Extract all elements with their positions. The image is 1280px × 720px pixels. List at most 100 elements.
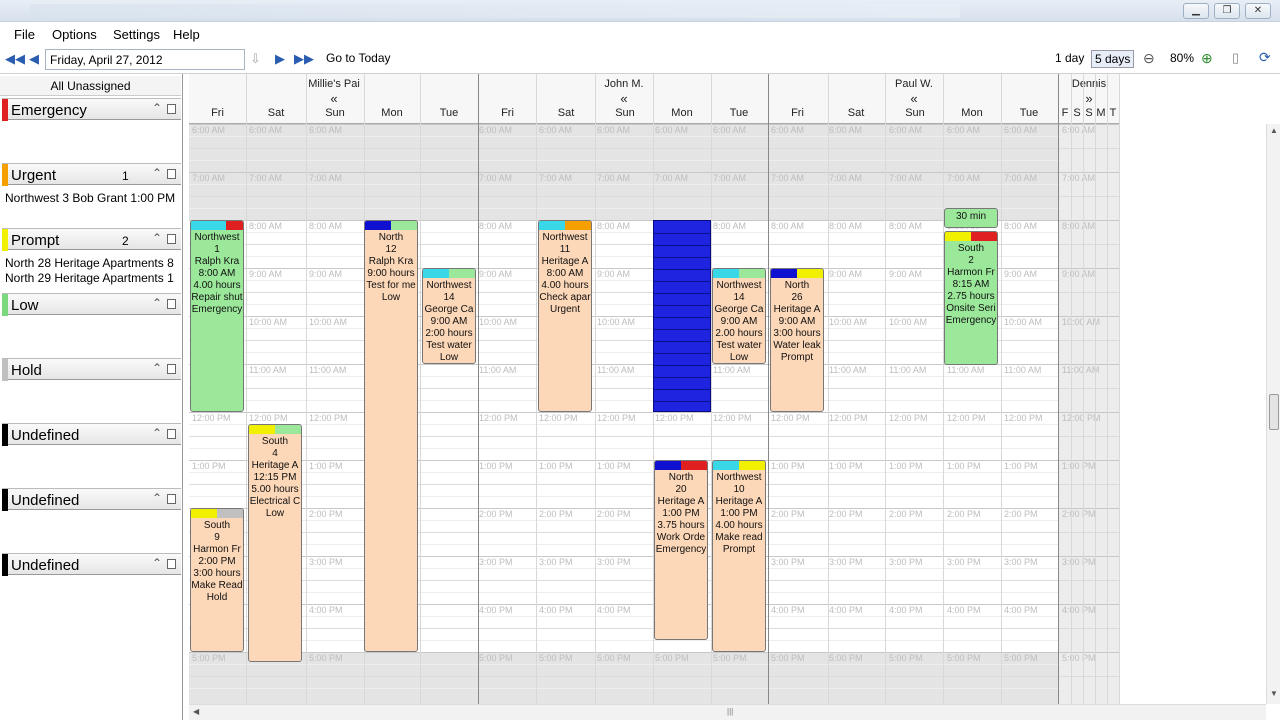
- time-label: 10:00 AM: [597, 317, 636, 327]
- time-label: 6:00 AM: [1004, 125, 1038, 135]
- day-column-line: [1119, 74, 1120, 704]
- unassigned-job-item[interactable]: North 29 Heritage Apartments 1: [5, 271, 181, 285]
- collapse-icon[interactable]: ⌃: [152, 426, 162, 440]
- job-card[interactable]: North 12 Ralph Kra 9:00 hours Test for me Low: [364, 220, 418, 652]
- day-column-line: [1071, 74, 1072, 704]
- job-card[interactable]: South 2 Harmon Fr 8:15 AM 2.75 hours Onsite S…: [944, 231, 998, 365]
- group-toggle-box[interactable]: [167, 104, 176, 114]
- block-stripe: [654, 233, 710, 234]
- resource-name[interactable]: Paul W.: [769, 78, 1059, 90]
- vertical-scrollbar[interactable]: ▲ ▼: [1266, 124, 1280, 704]
- group-header-hold[interactable]: Hold ⌃: [2, 358, 181, 381]
- time-label: 2:00 PM: [597, 509, 631, 519]
- horizontal-scrollbar[interactable]: ◀ |||: [189, 704, 1266, 720]
- group-header-emergency[interactable]: Emergency ⌃: [2, 98, 181, 121]
- unassigned-job-item[interactable]: North 28 Heritage Apartments 8: [5, 256, 181, 270]
- group-header-prompt[interactable]: Prompt 2 ⌃: [2, 228, 181, 251]
- job-card[interactable]: Northwest 14 George Ca 9:00 AM 2:00 hours Tes…: [422, 268, 476, 364]
- menu-file[interactable]: File: [14, 27, 35, 42]
- job-card[interactable]: 30 min: [944, 208, 998, 228]
- time-label: 2:00 PM: [829, 509, 863, 519]
- job-line: North: [784, 280, 810, 291]
- zoom-out-icon[interactable]: ⊖: [1143, 50, 1155, 67]
- collapse-icon[interactable]: ⌃: [152, 491, 162, 505]
- go-to-today-button[interactable]: Go to Today: [326, 51, 391, 65]
- collapse-chevron-icon[interactable]: «: [769, 91, 1059, 106]
- menu-help[interactable]: Help: [173, 27, 200, 42]
- zoom-in-icon[interactable]: ⊕: [1201, 50, 1213, 67]
- group-name: Low: [11, 297, 39, 314]
- time-label: 4:00 PM: [309, 605, 343, 615]
- resource-name[interactable]: Dennis: [1059, 78, 1119, 90]
- view-5days-button[interactable]: 5 days: [1091, 50, 1135, 68]
- view-1day-button[interactable]: 1 day: [1055, 51, 1084, 65]
- job-card[interactable]: Northwest 10 Heritage A 1:00 PM 4.00 hours Ma…: [712, 460, 766, 652]
- status-color: [739, 269, 765, 278]
- collapse-icon[interactable]: ⌃: [152, 296, 162, 310]
- group-header-urgent[interactable]: Urgent 1 ⌃: [2, 163, 181, 186]
- collapse-chevron-icon[interactable]: «: [479, 91, 769, 106]
- new-document-icon[interactable]: ▯: [1232, 50, 1239, 66]
- group-header-undefined[interactable]: Undefined ⌃: [2, 423, 181, 446]
- group-toggle-box[interactable]: [167, 429, 176, 439]
- job-card[interactable]: Northwest 14 George Ca 9:00 AM 2.00 hours Tes…: [712, 268, 766, 364]
- job-status-strip: [945, 232, 997, 241]
- job-line: 3:00 hours: [773, 328, 821, 339]
- resource-name[interactable]: John M.: [479, 78, 769, 90]
- job-card[interactable]: South 9 Harmon Fr 2:00 PM 3:00 hours Make Rea…: [190, 508, 244, 652]
- menu-settings[interactable]: Settings: [113, 27, 160, 42]
- next-icon[interactable]: ▶: [275, 51, 285, 67]
- all-unassigned-header[interactable]: All Unassigned: [0, 76, 181, 96]
- job-line: Ralph Kra: [194, 256, 240, 267]
- job-card[interactable]: North 20 Heritage A 1:00 PM 3.75 hours Work O…: [654, 460, 708, 640]
- job-card[interactable]: North 26 Heritage A 9:00 AM 3:00 hours Water …: [770, 268, 824, 412]
- group-name: Undefined: [11, 557, 80, 574]
- job-card[interactable]: South 4 Heritage A 12:15 PM 5.00 hours Electr…: [248, 424, 302, 662]
- job-line: George Ca: [424, 304, 474, 315]
- time-label: 2:00 PM: [947, 509, 981, 519]
- collapse-icon[interactable]: ⌃: [152, 361, 162, 375]
- collapse-icon[interactable]: ⌃: [152, 556, 162, 570]
- date-field[interactable]: Friday, April 27, 2012: [45, 49, 245, 70]
- day-column-line: [595, 74, 596, 704]
- collapse-chevron-icon[interactable]: »: [1059, 91, 1119, 106]
- menu-options[interactable]: Options: [52, 27, 97, 42]
- group-toggle-box[interactable]: [167, 299, 176, 309]
- restore-icon[interactable]: ❐: [1214, 3, 1240, 19]
- group-toggle-box[interactable]: [167, 169, 176, 179]
- job-status-strip: [655, 461, 707, 470]
- prev-icon[interactable]: ◀: [29, 51, 39, 67]
- last-icon[interactable]: ▶▶: [294, 51, 314, 67]
- first-icon[interactable]: ◀◀: [5, 51, 25, 67]
- group-toggle-box[interactable]: [167, 234, 176, 244]
- status-color: [739, 461, 765, 470]
- job-card[interactable]: Northwest 1 Ralph Kra 8:00 AM 4.00 hours Repa…: [190, 220, 244, 412]
- collapse-icon[interactable]: ⌃: [152, 231, 162, 245]
- group-header-low[interactable]: Low ⌃: [2, 293, 181, 316]
- time-label: 8:00 AM: [1004, 221, 1038, 231]
- time-label: 5:00 PM: [1062, 653, 1096, 663]
- minimize-icon[interactable]: ▁: [1183, 3, 1209, 19]
- collapse-icon[interactable]: ⌃: [152, 101, 162, 115]
- group-toggle-box[interactable]: [167, 559, 176, 569]
- day-column-line: [246, 74, 247, 704]
- group-header-undefined[interactable]: Undefined ⌃: [2, 553, 181, 576]
- time-label: 7:00 AM: [192, 173, 226, 183]
- group-toggle-box[interactable]: [167, 364, 176, 374]
- group-header-undefined[interactable]: Undefined ⌃: [2, 488, 181, 511]
- status-color: [249, 425, 275, 434]
- job-line: Make read: [715, 532, 763, 543]
- unassigned-job-item[interactable]: Northwest 3 Bob Grant 1:00 PM: [5, 191, 181, 205]
- day-header: F: [1061, 107, 1069, 119]
- resource-name[interactable]: Millie's Pai: [189, 78, 479, 90]
- job-line: 9:00 AM: [430, 316, 468, 327]
- collapse-icon[interactable]: ⌃: [152, 166, 162, 180]
- block-stripe: [654, 389, 710, 390]
- job-card[interactable]: Northwest 11 Heritage A 8:00 AM 4.00 hours Ch…: [538, 220, 592, 412]
- collapse-chevron-icon[interactable]: «: [189, 91, 479, 106]
- down-arrow-icon[interactable]: ⇩: [250, 51, 261, 67]
- group-toggle-box[interactable]: [167, 494, 176, 504]
- time-label: 7:00 AM: [889, 173, 923, 183]
- refresh-icon[interactable]: ⟳: [1259, 49, 1271, 66]
- close-icon[interactable]: ✕: [1245, 3, 1271, 19]
